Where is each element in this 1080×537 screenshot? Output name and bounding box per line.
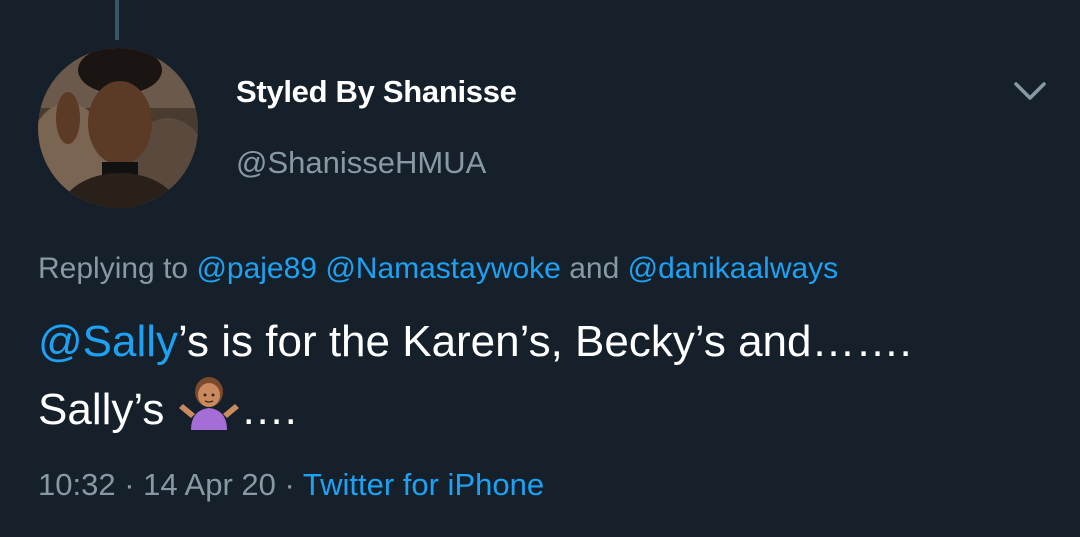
thread-connector-line xyxy=(115,0,119,40)
mention-link-danikaalways[interactable]: @danikaalways xyxy=(628,252,839,285)
tweet-time[interactable]: 10:32 xyxy=(38,467,116,502)
tweet-source-link[interactable]: Twitter for iPhone xyxy=(303,467,544,502)
replying-to-context: Replying to @paje89 @Namastaywoke and @d… xyxy=(38,252,838,286)
tweet-line-1: @Sally’s is for the Karen’s, Becky’s and… xyxy=(38,312,1048,372)
author-handle[interactable]: @ShanisseHMUA xyxy=(236,145,486,181)
avatar-image xyxy=(38,48,198,208)
tweet-line-1-text: ’s is for the Karen’s, Becky’s and……. xyxy=(178,317,912,366)
tweet-line-2-end: …. xyxy=(240,385,297,434)
replying-to-label: Replying to xyxy=(38,252,189,285)
tweet-line-2-start: Sally’s xyxy=(38,385,165,434)
mention-link-paje89[interactable]: @paje89 xyxy=(196,252,317,285)
author-display-name[interactable]: Styled By Shanisse xyxy=(236,74,517,110)
avatar[interactable] xyxy=(38,48,198,208)
tweet-text: @Sally’s is for the Karen’s, Becky’s and… xyxy=(38,312,1048,440)
conjunction-text: and xyxy=(569,252,620,285)
mention-link-sally[interactable]: @Sally xyxy=(38,317,178,366)
tweet-line-2: Sally’s …. xyxy=(38,372,1048,440)
chevron-down-icon[interactable] xyxy=(1010,76,1050,106)
mention-link-namastaywoke[interactable]: @Namastaywoke xyxy=(325,252,561,285)
meta-separator-2: · xyxy=(275,467,303,502)
person-shrugging-emoji-icon xyxy=(177,372,241,432)
meta-separator-1: · xyxy=(115,467,144,502)
tweet-date[interactable]: 14 Apr 20 xyxy=(143,467,276,502)
tweet-metadata: 10:32 · 14 Apr 20 · Twitter for iPhone xyxy=(38,467,544,503)
